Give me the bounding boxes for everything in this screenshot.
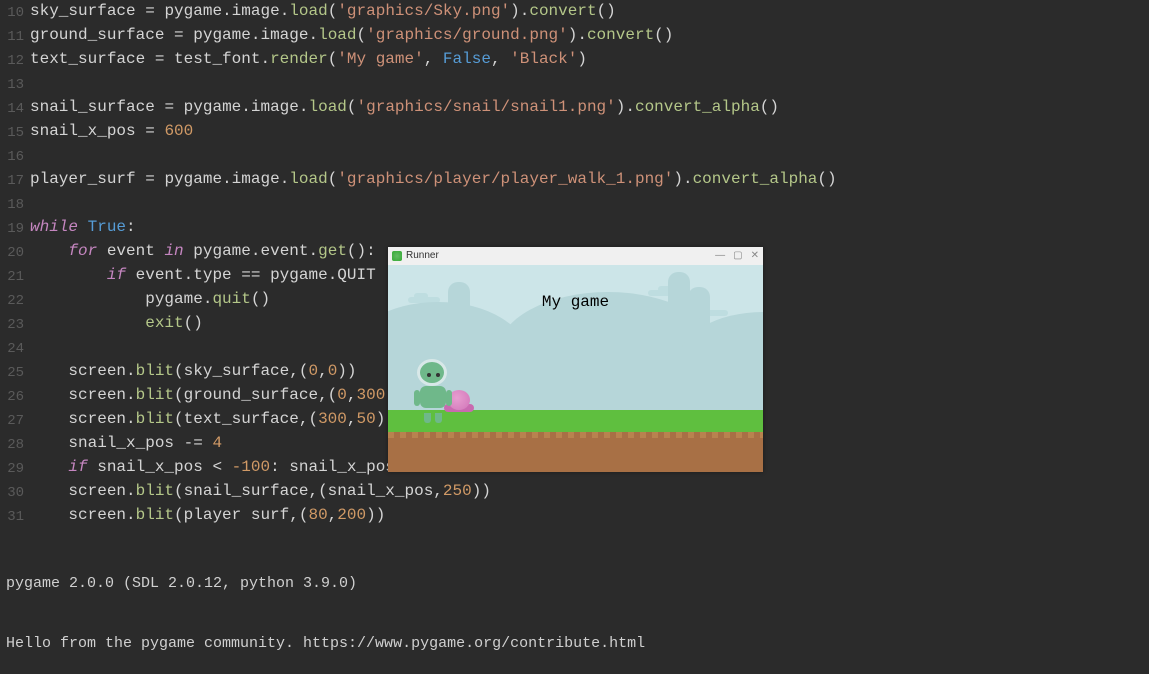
code-content[interactable]: screen.blit(snail_surface,(snail_x_pos,2… bbox=[30, 480, 1149, 502]
line-number: 25 bbox=[0, 360, 30, 384]
line-number: 20 bbox=[0, 240, 30, 264]
line-number: 15 bbox=[0, 120, 30, 144]
line-number: 28 bbox=[0, 432, 30, 456]
line-number: 30 bbox=[0, 480, 30, 504]
cloud-icon bbox=[414, 293, 428, 299]
code-line[interactable]: 15snail_x_pos = 600 bbox=[0, 120, 1149, 144]
code-content[interactable]: player_surf = pygame.image.load('graphic… bbox=[30, 168, 1149, 190]
code-content[interactable]: text_surface = test_font.render('My game… bbox=[30, 48, 1149, 70]
pygame-window[interactable]: Runner — ▢ ✕ My game bbox=[388, 247, 763, 472]
line-number: 26 bbox=[0, 384, 30, 408]
code-line[interactable]: 14snail_surface = pygame.image.load('gra… bbox=[0, 96, 1149, 120]
line-number: 23 bbox=[0, 312, 30, 336]
close-button[interactable]: ✕ bbox=[751, 247, 759, 267]
code-content[interactable]: snail_surface = pygame.image.load('graph… bbox=[30, 96, 1149, 118]
window-titlebar[interactable]: Runner — ▢ ✕ bbox=[388, 247, 763, 265]
code-content[interactable]: while True: bbox=[30, 216, 1149, 238]
line-number: 17 bbox=[0, 168, 30, 192]
window-title: Runner bbox=[406, 247, 715, 267]
line-number: 27 bbox=[0, 408, 30, 432]
game-canvas: My game bbox=[388, 265, 763, 472]
maximize-button[interactable]: ▢ bbox=[733, 247, 742, 267]
code-line[interactable]: 13 bbox=[0, 72, 1149, 96]
code-line[interactable]: 19while True: bbox=[0, 216, 1149, 240]
line-number: 21 bbox=[0, 264, 30, 288]
code-content[interactable] bbox=[30, 72, 1149, 94]
pygame-icon bbox=[392, 251, 402, 261]
line-number: 19 bbox=[0, 216, 30, 240]
code-line[interactable]: 11ground_surface = pygame.image.load('gr… bbox=[0, 24, 1149, 48]
line-number: 29 bbox=[0, 456, 30, 480]
line-number: 16 bbox=[0, 144, 30, 168]
code-line[interactable]: 16 bbox=[0, 144, 1149, 168]
code-line[interactable]: 17player_surf = pygame.image.load('graph… bbox=[0, 168, 1149, 192]
line-number: 10 bbox=[0, 0, 30, 24]
code-content[interactable] bbox=[30, 192, 1149, 214]
code-line[interactable]: 10sky_surface = pygame.image.load('graph… bbox=[0, 0, 1149, 24]
code-line[interactable]: 12text_surface = test_font.render('My ga… bbox=[0, 48, 1149, 72]
terminal-output: pygame 2.0.0 (SDL 2.0.12, python 3.9.0) … bbox=[0, 534, 1149, 674]
code-content[interactable]: ground_surface = pygame.image.load('grap… bbox=[30, 24, 1149, 46]
line-number: 24 bbox=[0, 336, 30, 360]
ground-layer bbox=[388, 432, 763, 472]
code-line[interactable]: 31 screen.blit(player surf,(80,200)) bbox=[0, 504, 1149, 528]
line-number: 11 bbox=[0, 24, 30, 48]
minimize-button[interactable]: — bbox=[715, 247, 725, 267]
code-content[interactable]: snail_x_pos = 600 bbox=[30, 120, 1149, 142]
terminal-line: Hello from the pygame community. https:/… bbox=[6, 634, 1149, 654]
line-number: 18 bbox=[0, 192, 30, 216]
line-number: 14 bbox=[0, 96, 30, 120]
terminal-line: pygame 2.0.0 (SDL 2.0.12, python 3.9.0) bbox=[6, 574, 1149, 594]
line-number: 13 bbox=[0, 72, 30, 96]
code-line[interactable]: 18 bbox=[0, 192, 1149, 216]
line-number: 12 bbox=[0, 48, 30, 72]
code-content[interactable]: screen.blit(player surf,(80,200)) bbox=[30, 504, 1149, 526]
code-content[interactable]: sky_surface = pygame.image.load('graphic… bbox=[30, 0, 1149, 22]
player-sprite bbox=[414, 359, 452, 414]
code-content[interactable] bbox=[30, 144, 1149, 166]
game-text-label: My game bbox=[542, 291, 609, 313]
code-line[interactable]: 30 screen.blit(snail_surface,(snail_x_po… bbox=[0, 480, 1149, 504]
line-number: 31 bbox=[0, 504, 30, 528]
line-number: 22 bbox=[0, 288, 30, 312]
